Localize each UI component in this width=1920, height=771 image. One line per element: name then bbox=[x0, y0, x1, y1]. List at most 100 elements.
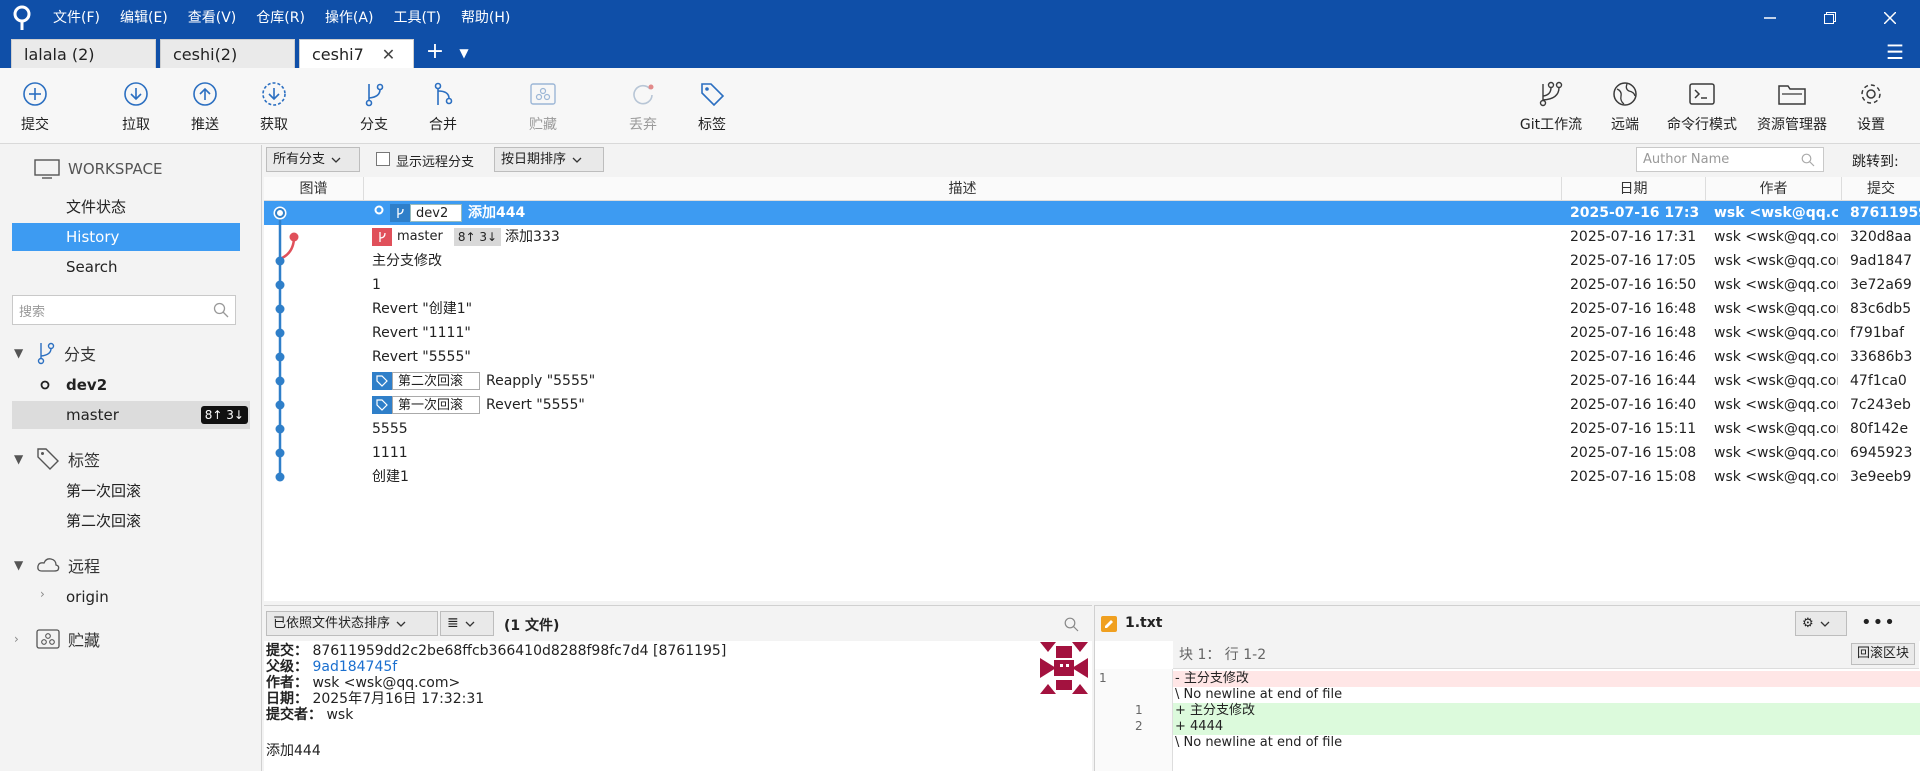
stash-button[interactable]: 贮藏 bbox=[508, 68, 578, 144]
settings-button[interactable]: 设置 bbox=[1836, 68, 1906, 144]
column-author[interactable]: 作者 bbox=[1706, 177, 1842, 201]
sidebar-search-input[interactable]: 搜索 bbox=[12, 295, 236, 325]
commit-row[interactable]: 第一次回滚 Revert "5555" 2025-07-16 16:40 wsk <w… bbox=[264, 393, 1920, 417]
tab-list-dropdown[interactable]: ▼ bbox=[452, 38, 476, 68]
branch-master[interactable]: master 8↑ 3↓ bbox=[12, 401, 250, 429]
commit-row[interactable]: dev2 添加444 2025-07-16 17:32 wsk <wsk@qq.com… bbox=[264, 201, 1920, 225]
commit-row[interactable]: master 8↑ 3↓ 添加333 2025-07-16 17:31 wsk <wsk… bbox=[264, 225, 1920, 249]
explorer-button[interactable]: 资源管理器 bbox=[1752, 68, 1832, 144]
menu-edit[interactable]: 编辑(E) bbox=[111, 0, 177, 36]
commit-date: 2025-07-16 16:46 bbox=[1570, 349, 1697, 365]
branch-filter-dropdown[interactable]: 所有分支 bbox=[266, 147, 360, 172]
search-icon[interactable] bbox=[1064, 617, 1079, 632]
file-sort-value: 已依照文件状态排序 bbox=[273, 616, 391, 631]
tab-ceshi7[interactable]: ceshi7 ✕ bbox=[299, 39, 414, 68]
commit-row[interactable]: 主分支修改 2025-07-16 17:05 wsk <wsk@qq.com> 9ad… bbox=[264, 249, 1920, 273]
sort-value: 按日期排序 bbox=[501, 152, 567, 167]
branch-ref-label[interactable]: dev2 bbox=[372, 204, 462, 222]
column-date[interactable]: 日期 bbox=[1562, 177, 1706, 201]
tag-item-second[interactable]: 第二次回滚 bbox=[12, 507, 240, 535]
commit-hash: 3e72a69 bbox=[1850, 277, 1912, 293]
sidebar-item-file-status[interactable]: 文件状态 bbox=[12, 193, 240, 221]
merge-button[interactable]: 合并 bbox=[408, 68, 478, 144]
pull-label: 拉取 bbox=[122, 117, 150, 133]
tags-section-header[interactable]: ▼ 标签 bbox=[14, 447, 100, 471]
stash-icon bbox=[36, 629, 60, 649]
remote-origin[interactable]: origin bbox=[12, 583, 240, 611]
commit-row[interactable]: Revert "1111" 2025-07-16 16:48 wsk <wsk@qq… bbox=[264, 321, 1920, 345]
tag-button[interactable]: 标签 bbox=[677, 68, 747, 144]
tag-ref-label[interactable]: 第一次回滚 bbox=[372, 396, 480, 414]
sidebar-item-history[interactable]: History bbox=[12, 223, 240, 251]
diff-options-dropdown[interactable]: ⚙ bbox=[1795, 611, 1847, 636]
maximize-button[interactable] bbox=[1800, 0, 1860, 36]
pull-button[interactable]: 拉取 bbox=[101, 68, 171, 144]
tab-ceshi[interactable]: ceshi(2) bbox=[160, 39, 295, 68]
diff-gutter bbox=[1095, 669, 1173, 771]
fetch-label: 获取 bbox=[260, 117, 288, 133]
stash-title: 贮藏 bbox=[68, 631, 101, 650]
branch-button[interactable]: 分支 bbox=[339, 68, 409, 144]
more-options-icon[interactable]: ••• bbox=[1861, 612, 1896, 633]
hamburger-menu-icon[interactable]: ☰ bbox=[1886, 40, 1904, 64]
remote-button[interactable]: 远端 bbox=[1590, 68, 1660, 144]
new-tab-button[interactable]: + bbox=[418, 38, 452, 68]
commit-row[interactable]: 5555 2025-07-16 15:11 wsk <wsk@qq.com> 80f1… bbox=[264, 417, 1920, 441]
git-flow-button[interactable]: Git工作流 bbox=[1515, 68, 1587, 144]
show-remote-checkbox[interactable] bbox=[376, 152, 390, 166]
commit-button[interactable]: 提交 bbox=[0, 68, 70, 144]
column-commit[interactable]: 提交 bbox=[1842, 177, 1920, 201]
discard-button[interactable]: 丢弃 bbox=[608, 68, 678, 144]
close-tab-icon[interactable]: ✕ bbox=[382, 45, 395, 64]
sidebar-item-search[interactable]: Search bbox=[12, 253, 240, 281]
tags-title: 标签 bbox=[68, 451, 101, 470]
committer-line: 提交者： wsk bbox=[266, 707, 353, 723]
commit-row[interactable]: 第二次回滚 Reapply "5555" 2025-07-16 16:44 wsk <… bbox=[264, 369, 1920, 393]
commit-hash: f791baf bbox=[1850, 325, 1905, 341]
menu-actions[interactable]: 操作(A) bbox=[316, 0, 383, 36]
sort-dropdown[interactable]: 按日期排序 bbox=[494, 147, 604, 172]
tag-label: 标签 bbox=[698, 117, 726, 133]
close-window-button[interactable] bbox=[1860, 0, 1920, 36]
menu-view[interactable]: 查看(V) bbox=[179, 0, 246, 36]
branches-section-header[interactable]: ▼ 分支 bbox=[14, 341, 96, 365]
fetch-button[interactable]: 获取 bbox=[239, 68, 309, 144]
terminal-icon bbox=[1689, 80, 1715, 108]
file-sort-dropdown[interactable]: 已依照文件状态排序 bbox=[266, 611, 438, 636]
workspace-label: WORKSPACE bbox=[68, 160, 163, 178]
column-graph[interactable]: 图谱 bbox=[264, 177, 364, 201]
tab-lalala[interactable]: lalala (2) bbox=[11, 39, 156, 68]
branch-dev2[interactable]: dev2 bbox=[12, 371, 250, 399]
commit-row[interactable]: 创建1 2025-07-16 15:08 wsk <wsk@qq.com> 3e9ee… bbox=[264, 465, 1920, 489]
view-mode-dropdown[interactable]: ≣ bbox=[440, 611, 494, 636]
tag-ref-label[interactable]: 第二次回滚 bbox=[372, 372, 480, 390]
search-icon bbox=[213, 302, 229, 318]
menu-help[interactable]: 帮助(H) bbox=[452, 0, 519, 36]
commit-message: 1111 bbox=[372, 445, 408, 461]
commit-row[interactable]: 1111 2025-07-16 15:08 wsk <wsk@qq.com> 6945… bbox=[264, 441, 1920, 465]
author-filter-input[interactable]: Author Name bbox=[1636, 147, 1824, 172]
minimize-button[interactable] bbox=[1740, 0, 1800, 36]
commit-row[interactable]: Revert "5555" 2025-07-16 16:46 wsk <wsk@qq… bbox=[264, 345, 1920, 369]
chevron-down-icon: ▼ bbox=[14, 346, 24, 360]
title-bar: 文件(F) 编辑(E) 查看(V) 仓库(R) 操作(A) 工具(T) 帮助(H… bbox=[0, 0, 1920, 36]
commit-message: 添加444 bbox=[266, 743, 321, 759]
ref-name: master bbox=[397, 229, 443, 244]
commit-row[interactable]: 1 2025-07-16 16:50 wsk <wsk@qq.com> 3e72a69 bbox=[264, 273, 1920, 297]
stash-section-header[interactable]: › 贮藏 bbox=[14, 627, 100, 651]
commit-sha-value: 87611959dd2c2be68ffcb366410d8288f98fc7d4… bbox=[312, 643, 727, 659]
push-button[interactable]: 推送 bbox=[170, 68, 240, 144]
branch-ref-label[interactable]: master bbox=[372, 228, 448, 246]
graph-node bbox=[275, 448, 285, 458]
column-description[interactable]: 描述 bbox=[364, 177, 1562, 201]
menu-tools[interactable]: 工具(T) bbox=[384, 0, 449, 36]
file-count: (1 文件) bbox=[504, 618, 560, 634]
terminal-button[interactable]: 命令行模式 bbox=[1664, 68, 1740, 144]
revert-hunk-button[interactable]: 回滚区块 bbox=[1850, 643, 1915, 665]
parent-link[interactable]: 9ad184745f bbox=[312, 659, 397, 675]
commit-row[interactable]: Revert "创建1" 2025-07-16 16:48 wsk <wsk@qq.… bbox=[264, 297, 1920, 321]
menu-file[interactable]: 文件(F) bbox=[44, 0, 109, 36]
remotes-section-header[interactable]: ▼ 远程 bbox=[14, 553, 100, 577]
menu-repository[interactable]: 仓库(R) bbox=[247, 0, 314, 36]
tag-item-first[interactable]: 第一次回滚 bbox=[12, 477, 240, 505]
